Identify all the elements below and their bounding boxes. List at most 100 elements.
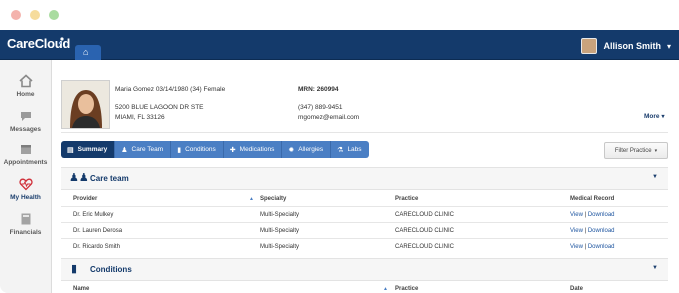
sidebar-item-financials[interactable]: Financials: [0, 212, 51, 236]
tab-conditions[interactable]: ▮ Conditions: [171, 141, 224, 158]
filter-practice-button[interactable]: Filter Practice ▾: [604, 142, 668, 159]
sidebar-item-label: My Health: [10, 194, 41, 201]
specialty-cell: Multi-Specialty: [260, 228, 300, 234]
care-team-section-header[interactable]: ♟♟ Care team ▼: [61, 167, 668, 190]
practice-cell: CARECLOUD CLINIC: [395, 228, 455, 234]
tab-label: Conditions: [185, 146, 216, 153]
sidebar-item-label: Appointments: [3, 159, 48, 166]
header-divider: [61, 132, 668, 133]
patient-name-line: Maria Gomez 03/14/1980 (34) Female: [115, 86, 226, 93]
sidebar-item-label: Messages: [9, 126, 42, 133]
health-tabs: ▤ Summary ♟ Care Team ▮ Conditions ✚ Med…: [61, 141, 369, 158]
tab-care-team[interactable]: ♟ Care Team: [115, 141, 172, 158]
filter-label: Filter Practice: [614, 147, 652, 154]
tab-label: Summary: [77, 146, 108, 153]
allergies-icon: ✹: [288, 146, 295, 154]
browser-window: CareCloud ⌂ Allison Smith ▾ Home Message…: [0, 0, 679, 293]
provider-cell: Dr. Lauren Derosa: [73, 228, 123, 234]
column-header-practice[interactable]: Practice: [395, 196, 418, 202]
tab-labs[interactable]: ⚗ Labs: [331, 141, 369, 158]
minimize-window-button[interactable]: [30, 10, 40, 20]
patient-photo: [61, 80, 110, 129]
column-header-practice[interactable]: Practice: [395, 286, 418, 292]
user-avatar: [581, 38, 598, 54]
patient-address-line-1: 5200 BLUE LAGOON DR STE: [115, 104, 204, 111]
user-menu[interactable]: Allison Smith ▾: [581, 38, 671, 54]
app-header: CareCloud: [0, 30, 679, 60]
column-header-medical-record[interactable]: Medical Record: [570, 196, 614, 202]
link-separator: |: [584, 228, 587, 234]
patient-mrn: MRN: 260994: [298, 86, 339, 93]
maximize-window-button[interactable]: [49, 10, 59, 20]
labs-icon: ⚗: [337, 146, 344, 154]
logo-dots-icon: [58, 37, 65, 45]
home-icon: ⌂: [83, 47, 89, 57]
chevron-down-icon: ▾: [666, 41, 671, 51]
sidebar-item-label: Financials: [9, 229, 42, 236]
tab-label: Allergies: [298, 146, 324, 153]
column-header-specialty[interactable]: Specialty: [260, 196, 286, 202]
conditions-icon: ▮: [71, 263, 78, 275]
sort-asc-icon[interactable]: ▲: [383, 286, 388, 292]
tab-label: Medications: [239, 146, 275, 153]
summary-icon: ▤: [67, 146, 74, 154]
messages-icon: [20, 112, 31, 121]
practice-cell: CARECLOUD CLINIC: [395, 244, 455, 250]
sort-asc-icon[interactable]: ▲: [249, 196, 254, 202]
window-titlebar: [0, 0, 679, 30]
sidebar-item-messages[interactable]: Messages: [0, 109, 51, 133]
tab-medications[interactable]: ✚ Medications: [223, 141, 283, 158]
row-divider: [61, 222, 668, 223]
row-divider: [61, 238, 668, 239]
sidebar-item-my-health[interactable]: My Health: [0, 177, 51, 201]
practice-cell: CARECLOUD CLINIC: [395, 212, 455, 218]
home-tab[interactable]: ⌂: [75, 45, 101, 60]
close-window-button[interactable]: [11, 10, 21, 20]
heart-icon: [18, 178, 33, 191]
sidebar-item-appointments[interactable]: Appointments: [0, 142, 51, 166]
sidebar-item-label: Home: [16, 91, 35, 98]
patient-address-line-2: MIAMI, FL 33126: [115, 114, 165, 121]
chevron-down-icon[interactable]: ▼: [652, 174, 658, 180]
specialty-cell: Multi-Specialty: [260, 212, 300, 218]
home-icon: [18, 74, 33, 88]
patient-email: mgomez@email.com: [298, 114, 360, 121]
section-title: Conditions: [90, 265, 132, 274]
view-link[interactable]: View: [570, 228, 583, 234]
patient-phone: (347) 889-9451: [298, 104, 343, 111]
section-title: Care team: [90, 174, 129, 183]
column-header-name[interactable]: Name: [73, 286, 89, 292]
conditions-icon: ▮: [177, 146, 182, 154]
chevron-down-icon[interactable]: ▼: [652, 265, 658, 271]
view-link[interactable]: View: [570, 212, 583, 218]
tab-label: Labs: [347, 146, 362, 153]
view-link[interactable]: View: [570, 244, 583, 250]
chevron-down-icon: ▾: [654, 147, 658, 154]
appointments-icon: [20, 145, 31, 154]
medical-record-cell: View | Download: [570, 228, 615, 234]
download-link[interactable]: Download: [588, 244, 615, 250]
download-link[interactable]: Download: [588, 212, 615, 218]
column-header-provider[interactable]: Provider: [73, 196, 97, 202]
row-divider: [61, 206, 668, 207]
link-separator: |: [584, 212, 587, 218]
download-link[interactable]: Download: [588, 228, 615, 234]
column-header-date[interactable]: Date: [570, 286, 583, 292]
provider-cell: Dr. Ricardo Smith: [73, 244, 121, 250]
provider-cell: Dr. Eric Mulkey: [73, 212, 114, 218]
sidebar-item-home[interactable]: Home: [0, 74, 51, 98]
medical-record-cell: View | Download: [570, 212, 615, 218]
more-dropdown[interactable]: More ▾: [644, 113, 665, 120]
user-name: Allison Smith: [603, 41, 661, 51]
tab-label: Care Team: [131, 146, 164, 153]
financials-icon: [21, 213, 30, 225]
conditions-section-header[interactable]: ▮ Conditions ▼: [61, 258, 668, 281]
tab-summary[interactable]: ▤ Summary: [61, 141, 116, 158]
specialty-cell: Multi-Specialty: [260, 244, 300, 250]
link-separator: |: [584, 244, 587, 250]
chevron-down-icon: ▾: [661, 114, 665, 120]
tab-allergies[interactable]: ✹ Allergies: [282, 141, 332, 158]
medical-record-cell: View | Download: [570, 244, 615, 250]
medications-icon: ✚: [229, 146, 236, 154]
care-team-icon: ♟: [121, 146, 128, 154]
